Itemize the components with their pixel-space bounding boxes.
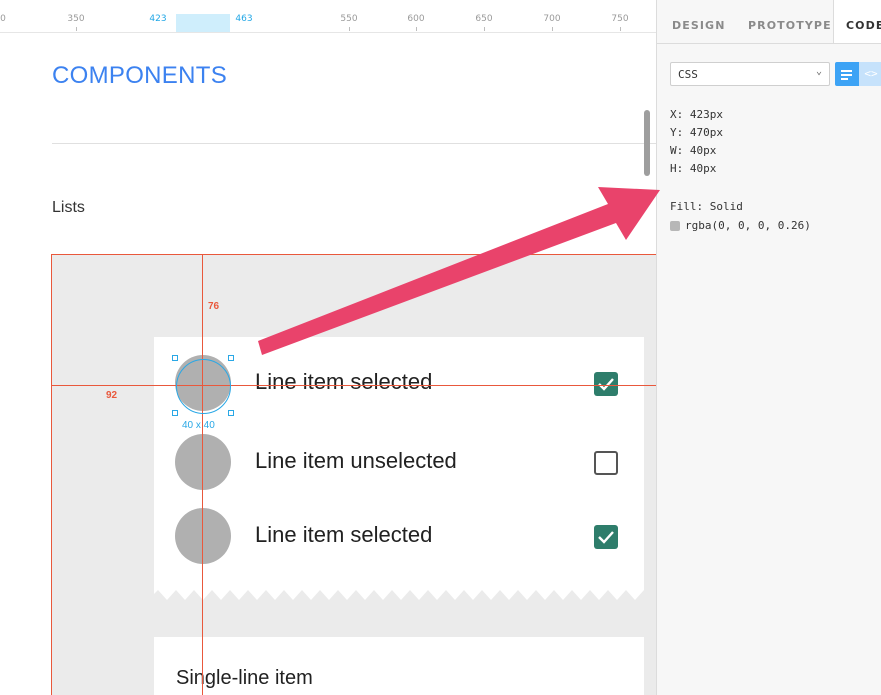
ruler-label-selection-end: 463 <box>235 14 253 24</box>
list-item-label: Line item selected <box>255 522 433 547</box>
inspector-panel: DESIGN PROTOTYPE CODE CSS ⌄ <> X: 423px … <box>656 0 881 695</box>
divider <box>52 143 656 144</box>
code-fill-value: rgba(0, 0, 0, 0.26) <box>685 219 811 232</box>
inspector-tabs: DESIGN PROTOTYPE CODE <box>657 0 881 44</box>
horizontal-guide-line <box>52 385 656 386</box>
code-view-button[interactable]: <> <box>859 62 881 86</box>
tab-code[interactable]: CODE <box>833 0 881 43</box>
ruler-label: 700 <box>543 14 561 24</box>
list-item[interactable]: Line item selected <box>154 508 644 564</box>
resize-handle[interactable] <box>228 410 234 416</box>
list-item[interactable]: Line item unselected <box>154 434 644 490</box>
resize-handle[interactable] <box>172 355 178 361</box>
selected-element-outline[interactable] <box>176 359 231 414</box>
list-view-button[interactable] <box>835 62 859 86</box>
code-h: H: 40px <box>670 162 717 175</box>
ruler-label: 350 <box>67 14 85 24</box>
selection-size-label: 40 x 40 <box>182 420 215 431</box>
tab-design[interactable]: DESIGN <box>672 19 726 32</box>
ruler-label: 650 <box>475 14 493 24</box>
ruler-tick <box>484 27 485 31</box>
single-line-item-label: Single-line item <box>176 667 313 689</box>
resize-handle[interactable] <box>228 355 234 361</box>
ruler-label: 550 <box>340 14 358 24</box>
checkbox-checked[interactable] <box>594 525 618 549</box>
list-item-label: Line item selected <box>255 369 433 394</box>
fill-color-swatch <box>670 221 680 231</box>
avatar <box>175 508 231 564</box>
avatar <box>175 434 231 490</box>
ruler-selection-highlight <box>176 14 230 32</box>
page-title: COMPONENTS <box>52 62 228 89</box>
torn-edge-decoration <box>154 580 644 600</box>
checkbox-checked[interactable] <box>594 372 618 396</box>
ruler-tick <box>416 27 417 31</box>
section-heading: Lists <box>52 199 85 216</box>
ruler-tick <box>620 27 621 31</box>
resize-handle[interactable] <box>172 410 178 416</box>
ruler-label: 0 <box>0 14 6 24</box>
code-fill-label: Fill: Solid <box>670 200 743 213</box>
ruler-label-selection-start: 423 <box>149 14 167 24</box>
check-icon <box>598 531 614 544</box>
ruler-label: 750 <box>611 14 629 24</box>
code-y: Y: 470px <box>670 126 723 139</box>
ruler-tick <box>552 27 553 31</box>
ruler-tick <box>76 27 77 31</box>
check-icon <box>598 378 614 391</box>
checkbox-unchecked[interactable] <box>594 451 618 475</box>
language-select[interactable]: CSS ⌄ <box>670 62 830 86</box>
ruler-tick <box>349 27 350 31</box>
design-canvas[interactable]: 0 350 423 463 550 600 650 700 750 COMPON… <box>0 0 656 695</box>
vertical-scrollbar[interactable] <box>644 110 650 176</box>
horizontal-ruler: 0 350 423 463 550 600 650 700 750 <box>0 0 656 33</box>
tab-prototype[interactable]: PROTOTYPE <box>748 19 832 32</box>
code-icon: <> <box>864 67 878 80</box>
ruler-label: 600 <box>407 14 425 24</box>
code-w: W: 40px <box>670 144 717 157</box>
language-select-value: CSS <box>678 68 698 81</box>
code-x: X: 423px <box>670 108 723 121</box>
vertical-guide-line <box>202 255 203 695</box>
chevron-down-icon: ⌄ <box>815 66 822 77</box>
top-distance-label: 76 <box>208 301 220 312</box>
list-item-label: Line item unselected <box>255 448 457 473</box>
left-distance-label: 92 <box>106 390 118 401</box>
